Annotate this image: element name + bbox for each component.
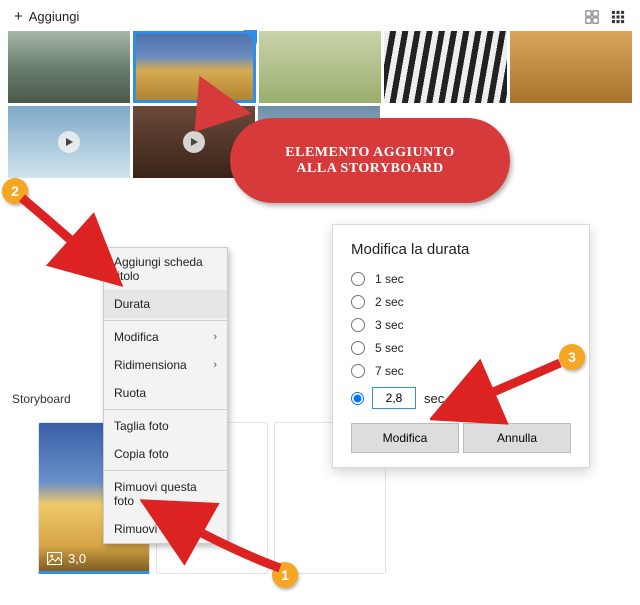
gallery-item-video[interactable] — [8, 106, 130, 178]
context-menu: Aggiungi scheda titolo Durata Modifica› … — [103, 247, 228, 544]
gallery-item[interactable] — [384, 31, 506, 103]
annotation-badge-2: 2 — [2, 178, 28, 204]
storyboard-heading: Storyboard — [12, 392, 71, 406]
annotation-badge-1: 1 — [272, 562, 298, 588]
sec-label: sec — [424, 391, 444, 406]
duration-option-2s[interactable]: 2 sec — [351, 295, 571, 309]
chevron-right-icon: › — [213, 359, 217, 371]
duration-option-7s[interactable]: 7 sec — [351, 364, 571, 378]
annotation-callout: ELEMENTO AGGIUNTO ALLA STORYBOARD — [185, 100, 515, 205]
callout-line1: ELEMENTO AGGIUNTO — [285, 145, 454, 161]
menu-add-title-card[interactable]: Aggiungi scheda titolo — [104, 248, 227, 290]
view-grid-large-icon[interactable] — [584, 9, 600, 25]
add-button[interactable]: + Aggiungi — [14, 8, 79, 25]
duration-panel: Modifica la durata 1 sec 2 sec 3 sec 5 s… — [332, 224, 590, 468]
menu-resize[interactable]: Ridimensiona› — [104, 351, 227, 379]
menu-edit[interactable]: Modifica› — [104, 323, 227, 351]
callout-line2: ALLA STORYBOARD — [296, 161, 443, 177]
view-grid-small-icon[interactable] — [610, 9, 626, 25]
duration-option-1s[interactable]: 1 sec — [351, 272, 571, 286]
duration-option-5s[interactable]: 5 sec — [351, 341, 571, 355]
menu-remove-all[interactable]: Rimuovi tutto — [104, 515, 227, 543]
gallery-item[interactable] — [259, 31, 381, 103]
duration-ok-button[interactable]: Modifica — [351, 423, 459, 453]
plus-icon: + — [14, 8, 23, 25]
gallery-item[interactable] — [510, 31, 632, 103]
duration-cancel-button[interactable]: Annulla — [463, 423, 571, 453]
menu-rotate[interactable]: Ruota — [104, 379, 227, 407]
add-label: Aggiungi — [29, 9, 80, 24]
annotation-badge-3: 3 — [559, 344, 585, 370]
menu-copy-photo[interactable]: Copia foto — [104, 440, 227, 468]
duration-title: Modifica la durata — [351, 241, 571, 258]
gallery-item[interactable] — [8, 31, 130, 103]
storyboard-item-duration: 3,0 — [68, 551, 86, 566]
menu-cut-photo[interactable]: Taglia foto — [104, 412, 227, 440]
duration-custom-input[interactable] — [372, 387, 416, 409]
menu-duration[interactable]: Durata — [104, 290, 227, 318]
menu-remove-photo[interactable]: Rimuovi questa foto — [104, 473, 227, 515]
duration-option-3s[interactable]: 3 sec — [351, 318, 571, 332]
duration-option-custom-radio[interactable] — [351, 392, 364, 405]
play-icon — [58, 131, 80, 153]
image-icon — [47, 552, 62, 565]
chevron-right-icon: › — [213, 331, 217, 343]
